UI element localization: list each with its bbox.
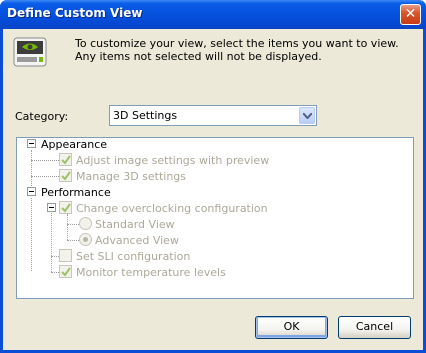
radio-standard-view[interactable] [79, 217, 92, 230]
tree-item-sli-configuration[interactable]: Set SLI configuration [76, 250, 190, 263]
checkmark-icon [61, 267, 71, 277]
category-selected-value: 3D Settings [113, 109, 178, 122]
title-bar[interactable]: Define Custom View ✕ [0, 0, 426, 29]
category-label: Category: [15, 110, 69, 123]
checkmark-icon [61, 171, 71, 181]
radio-advanced-view[interactable] [79, 233, 92, 246]
checkmark-icon [61, 203, 71, 213]
tree-group-performance[interactable]: Performance [41, 186, 111, 199]
checkmark-icon [61, 155, 71, 165]
option-advanced-view[interactable]: Advanced View [95, 234, 179, 247]
window-title: Define Custom View [7, 6, 143, 20]
checkbox-monitor-temperature[interactable] [59, 265, 72, 278]
dropdown-button[interactable] [299, 107, 315, 124]
tree-item-manage-3d-settings[interactable]: Manage 3D settings [76, 170, 186, 183]
collapse-appearance-toggle[interactable] [27, 139, 36, 148]
collapse-performance-toggle[interactable] [27, 187, 36, 196]
close-icon: ✕ [404, 6, 417, 22]
ok-button[interactable]: OK [255, 316, 328, 339]
checkbox-manage-3d-settings[interactable] [59, 169, 72, 182]
intro-text: To customize your view, select the items… [75, 37, 399, 63]
checkbox-sli-configuration[interactable] [59, 249, 72, 262]
tree-group-appearance[interactable]: Appearance [41, 138, 107, 151]
nvidia-settings-icon [13, 37, 47, 67]
checkbox-adjust-image-settings[interactable] [59, 153, 72, 166]
dialog-body: To customize your view, select the items… [3, 29, 423, 350]
view-items-tree[interactable]: Appearance Adjust image settings with pr… [16, 137, 414, 299]
collapse-overclocking-toggle[interactable] [47, 203, 56, 212]
cancel-button[interactable]: Cancel [338, 316, 411, 339]
dialog-window: Define Custom View ✕ To customize your v… [0, 0, 426, 353]
option-standard-view[interactable]: Standard View [95, 218, 175, 231]
close-button[interactable]: ✕ [400, 4, 421, 25]
chevron-down-icon [303, 113, 312, 119]
tree-item-adjust-image-settings[interactable]: Adjust image settings with preview [76, 154, 269, 167]
category-select[interactable]: 3D Settings [109, 105, 317, 126]
tree-item-overclocking[interactable]: Change overclocking configuration [76, 202, 268, 215]
tree-item-monitor-temperature[interactable]: Monitor temperature levels [76, 266, 226, 279]
checkbox-overclocking[interactable] [59, 201, 72, 214]
